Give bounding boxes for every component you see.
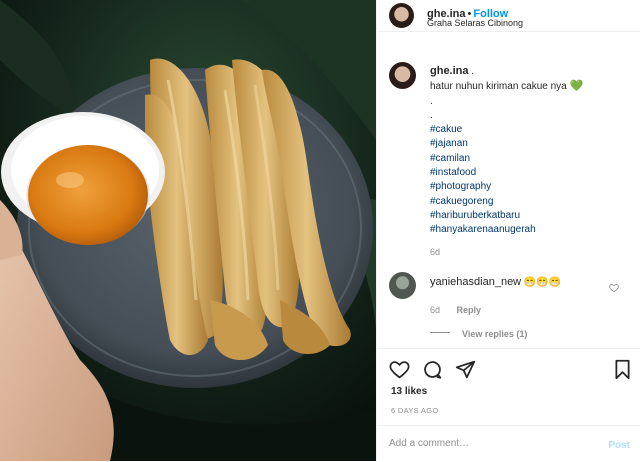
post-sidebar: ghe.ina • Follow Graha Selaras Cibinong gh…	[376, 0, 640, 461]
hashtag-link[interactable]: #cakue	[430, 123, 630, 137]
caption-text-line: hatur nuhun kiriman cakue nya 💚	[430, 79, 630, 94]
hashtag-link[interactable]: #cakuegoreng	[430, 195, 630, 209]
caption-dot: .	[430, 95, 433, 107]
comment-text: 😁😁😁	[523, 277, 562, 288]
heart-icon	[609, 284, 619, 293]
share-button[interactable]	[455, 359, 476, 385]
likes-count[interactable]: 13 likes	[391, 386, 427, 397]
caption-first-line: ghe.ina .	[430, 64, 630, 79]
hashtag-link[interactable]: #camilan	[430, 152, 630, 166]
avatar[interactable]	[389, 3, 414, 28]
like-button[interactable]	[389, 359, 410, 385]
reply-button[interactable]: Reply	[456, 305, 481, 315]
view-replies-button[interactable]: View replies (1)	[462, 329, 527, 339]
location-link[interactable]: Graha Selaras Cibinong	[427, 18, 523, 28]
save-button[interactable]	[613, 359, 632, 385]
hashtag-link[interactable]: #hanyakarenaanugerah	[430, 223, 630, 237]
post-comment-button[interactable]: Post	[608, 440, 630, 451]
cakue-photo-image	[0, 0, 376, 461]
replies-divider	[430, 332, 450, 334]
caption-timestamp[interactable]: 6d	[430, 247, 630, 257]
green-heart-emoji: 💚	[569, 80, 584, 93]
post-photo[interactable]	[0, 0, 376, 461]
comment-input[interactable]	[389, 438, 589, 449]
comment: yaniehasdian_new 😁😁😁 6d Reply	[430, 275, 620, 318]
caption-username[interactable]: ghe.ina	[430, 65, 469, 77]
comment-button[interactable]	[422, 359, 443, 385]
post-date[interactable]: 6 DAYS AGO	[391, 406, 438, 415]
comment-icon	[424, 361, 442, 379]
comment-timestamp[interactable]: 6d	[430, 305, 440, 315]
instagram-post: ghe.ina • Follow Graha Selaras Cibinong gh…	[0, 0, 640, 461]
comment-like-button[interactable]	[609, 280, 619, 298]
caption-text: hatur nuhun kiriman cakue nya	[430, 81, 567, 93]
caption-suffix: .	[471, 66, 475, 77]
caption: ghe.ina . hatur nuhun kiriman cakue nya …	[430, 64, 630, 257]
hashtag-link[interactable]: #instafood	[430, 166, 630, 180]
comment-line: yaniehasdian_new 😁😁😁	[430, 275, 620, 290]
bookmark-icon	[615, 359, 630, 380]
heart-icon	[389, 361, 410, 379]
comment-username[interactable]: yaniehasdian_new	[430, 276, 521, 288]
view-replies[interactable]: View replies (1)	[430, 324, 527, 342]
hashtag-link[interactable]: #photography	[430, 180, 630, 194]
avatar[interactable]	[389, 272, 416, 299]
post-header: ghe.ina • Follow Graha Selaras Cibinong	[377, 0, 640, 32]
hashtag-link[interactable]: #jajanan	[430, 137, 630, 151]
add-comment-bar: Post	[377, 425, 640, 462]
avatar[interactable]	[389, 62, 416, 89]
hashtag-link[interactable]: #hariburuberkatbaru	[430, 209, 630, 223]
share-icon	[455, 360, 476, 379]
comment-meta: 6d Reply	[430, 300, 620, 318]
caption-dot: .	[430, 109, 433, 121]
